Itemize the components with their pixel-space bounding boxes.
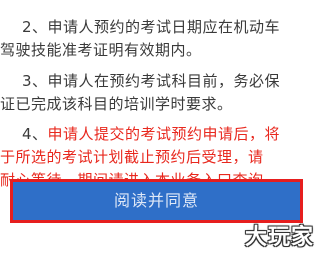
notice-item-4-line1: 申请人提交的考试预约申请后，将: [47, 125, 281, 143]
notice-item-3-line1: 申请人在预约考试科目前，务必保: [47, 72, 281, 90]
watermark-text: 大玩家: [244, 225, 314, 250]
notice-item-3-number: 3、: [22, 72, 48, 90]
read-and-agree-label: 阅读并同意: [113, 191, 199, 210]
notice-item-4-number: 4、: [22, 125, 48, 143]
read-and-agree-button[interactable]: 阅读并同意: [10, 179, 303, 223]
notice-item-4-line2: 于所选的考试计划截止预约后受理，请: [0, 148, 264, 166]
notice-item-3: 3、申请人在预约考试科目前，务必保 证已完成该科目的培训学时要求。: [0, 70, 297, 116]
notice-item-2: 2、申请人预约的考试日期应在机动车 驾驶技能准考证明有效期内。: [0, 16, 297, 62]
notice-item-2-line2: 驾驶技能准考证明有效期内。: [0, 41, 202, 59]
notice-screen: 2、申请人预约的考试日期应在机动车 驾驶技能准考证明有效期内。 3、申请人在预约…: [0, 0, 320, 255]
notice-item-2-number: 2、: [22, 18, 48, 36]
notice-item-3-line2: 证已完成该科目的培训学时要求。: [0, 95, 233, 113]
notice-item-2-line1: 申请人预约的考试日期应在机动车: [47, 18, 281, 36]
watermark-logo: 大玩家: [245, 219, 314, 251]
